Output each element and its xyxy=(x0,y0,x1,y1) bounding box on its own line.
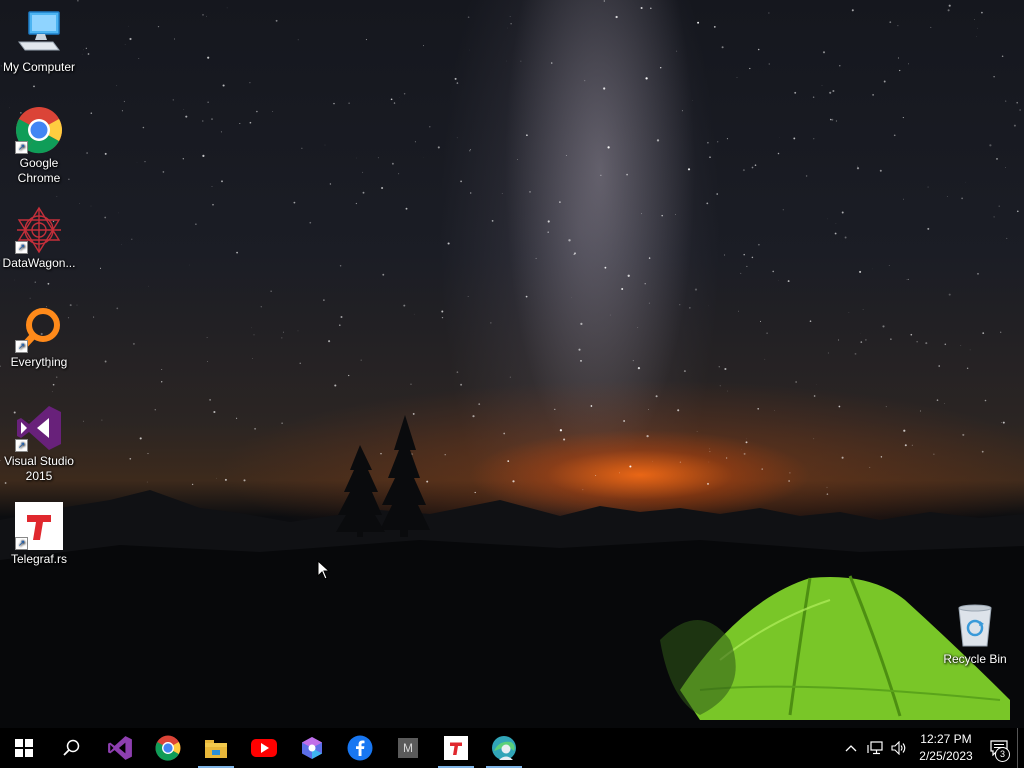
copilot-icon xyxy=(302,737,322,759)
desktop-icon-label: Recycle Bin xyxy=(943,652,1007,666)
taskbar-copilot[interactable] xyxy=(288,728,336,768)
landscape-silhouette xyxy=(0,415,1024,728)
notification-count-badge: 3 xyxy=(995,747,1010,762)
desktop-wallpaper: My Computer ↗ Google Chrome ↗ DataWagon.… xyxy=(0,0,1024,728)
shortcut-arrow-icon: ↗ xyxy=(15,141,28,154)
desktop-icon-google-chrome[interactable]: ↗ Google Chrome xyxy=(1,106,77,186)
action-center-button[interactable]: 3 xyxy=(981,728,1017,768)
mouse-cursor-icon xyxy=(317,560,331,580)
taskbar-edge-profile[interactable] xyxy=(480,728,528,768)
desktop-icon-recycle-bin[interactable]: Recycle Bin xyxy=(937,602,1013,667)
shortcut-arrow-icon: ↗ xyxy=(15,537,28,550)
desktop-icon-label: Google Chrome xyxy=(17,156,61,185)
windows-start-icon xyxy=(15,739,33,757)
visual-studio-icon: ↗ xyxy=(15,404,63,452)
computer-icon xyxy=(15,10,63,58)
show-hidden-icons-button[interactable] xyxy=(839,728,863,768)
taskbar: M 12:27 PM 2/25/2023 3 xyxy=(0,728,1024,768)
chrome-icon xyxy=(155,735,181,761)
taskbar-m-app[interactable]: M xyxy=(384,728,432,768)
speaker-icon xyxy=(891,741,906,755)
telegraf-icon: ↗ xyxy=(15,502,63,550)
taskbar-visual-studio[interactable] xyxy=(96,728,144,768)
telegraf-icon xyxy=(444,736,468,760)
taskbar-chrome[interactable] xyxy=(144,728,192,768)
recycle-bin-icon xyxy=(951,602,999,650)
taskbar-file-explorer[interactable] xyxy=(192,728,240,768)
network-button[interactable] xyxy=(863,728,887,768)
taskbar-telegraf[interactable] xyxy=(432,728,480,768)
desktop-icon-visual-studio[interactable]: ↗ Visual Studio 2015 xyxy=(1,404,77,484)
taskbar-search-button[interactable] xyxy=(48,728,96,768)
volume-button[interactable] xyxy=(887,728,911,768)
facebook-icon xyxy=(347,735,373,761)
shortcut-arrow-icon: ↗ xyxy=(15,340,28,353)
desktop-icon-label: My Computer xyxy=(2,60,76,74)
clock-time: 12:27 PM xyxy=(920,732,972,746)
taskbar-facebook[interactable] xyxy=(336,728,384,768)
youtube-icon xyxy=(251,739,277,757)
start-button[interactable] xyxy=(0,728,48,768)
edge-profile-icon xyxy=(492,736,516,760)
taskbar-youtube[interactable] xyxy=(240,728,288,768)
network-icon xyxy=(867,741,883,755)
desktop-icon-everything[interactable]: ↗ Everything xyxy=(1,305,77,370)
desktop-icon-datawagon[interactable]: ↗ DataWagon... xyxy=(1,206,77,271)
desktop-icon-my-computer[interactable]: My Computer xyxy=(1,10,77,75)
desktop-icon-telegraf[interactable]: ↗ Telegraf.rs xyxy=(1,502,77,567)
show-desktop-button[interactable] xyxy=(1017,728,1024,768)
shortcut-arrow-icon: ↗ xyxy=(15,241,28,254)
desktop-icon-label: Visual Studio 2015 xyxy=(4,454,74,483)
datawagon-icon: ↗ xyxy=(15,206,63,254)
everything-search-icon: ↗ xyxy=(15,305,63,353)
m-app-icon: M xyxy=(398,738,418,758)
system-tray: 12:27 PM 2/25/2023 3 xyxy=(839,728,1024,768)
shortcut-arrow-icon: ↗ xyxy=(15,439,28,452)
clock-date: 2/25/2023 xyxy=(919,749,973,763)
desktop-icon-label: DataWagon... xyxy=(2,256,76,270)
visual-studio-icon xyxy=(108,736,132,760)
chrome-icon: ↗ xyxy=(15,106,63,154)
desktop-icon-label: Everything xyxy=(10,355,68,369)
search-icon xyxy=(63,739,80,756)
desktop-icon-label: Telegraf.rs xyxy=(10,552,68,566)
file-explorer-icon xyxy=(205,740,227,758)
clock-button[interactable]: 12:27 PM 2/25/2023 xyxy=(911,728,981,768)
chevron-up-icon xyxy=(845,745,857,752)
